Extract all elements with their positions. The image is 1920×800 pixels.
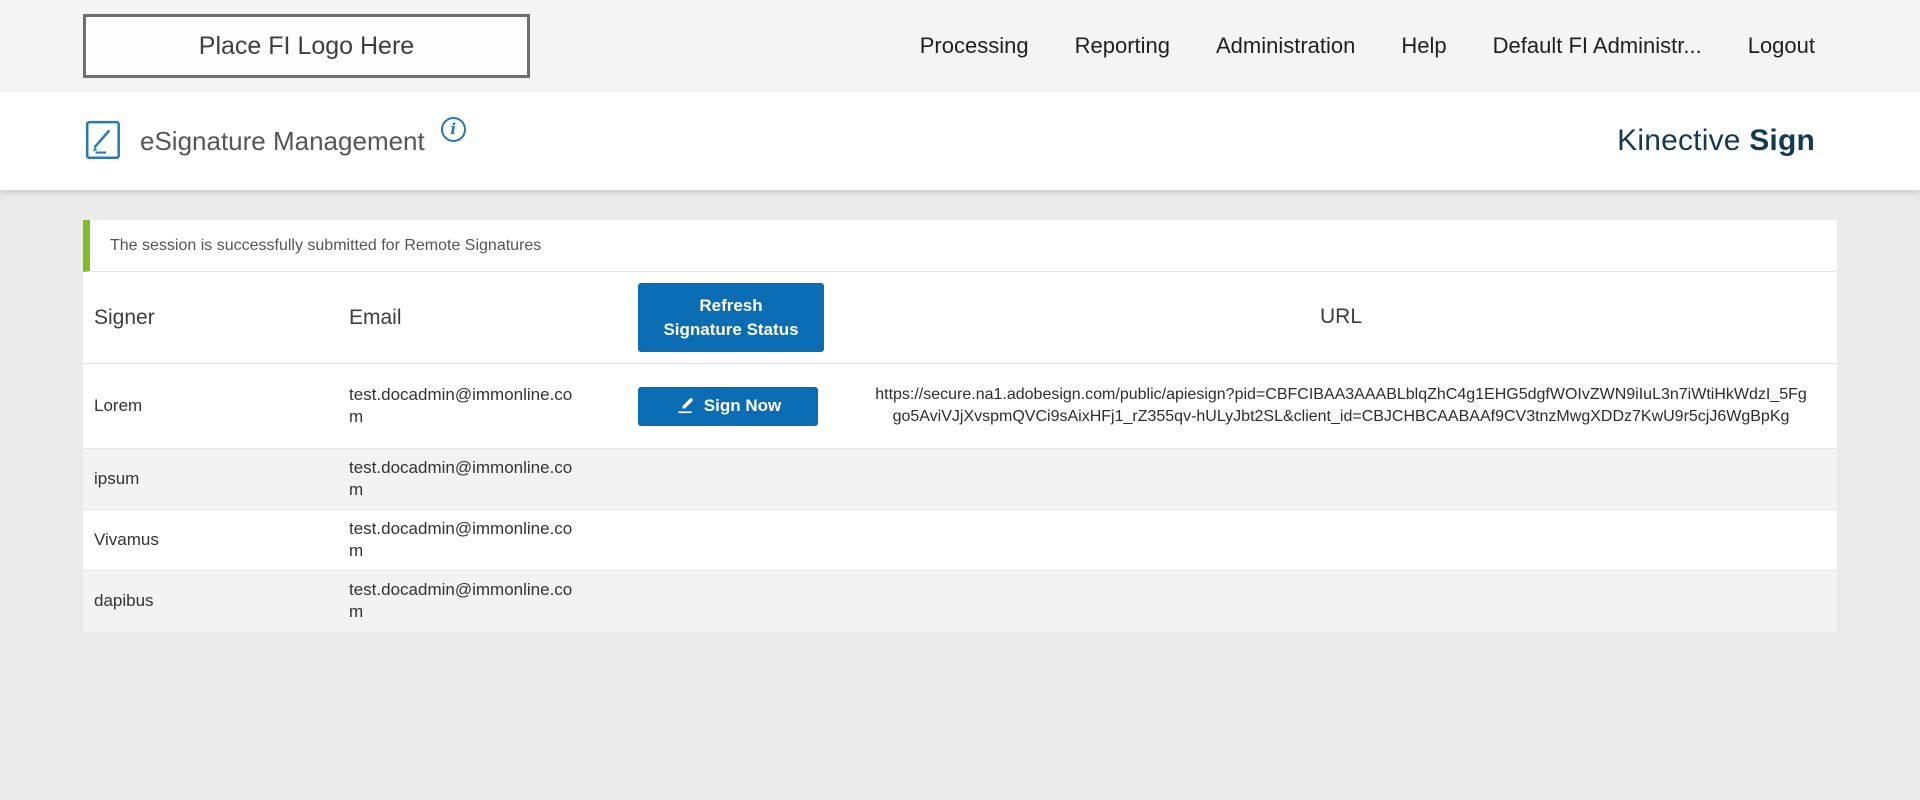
table-row: dapibus test.docadmin@immonline.com xyxy=(83,570,1837,632)
page-title: eSignature Management xyxy=(140,125,425,156)
column-header-email: Email xyxy=(349,305,402,329)
signing-url xyxy=(845,471,1837,487)
table-header-row: Signer Email Refresh Signature Status UR… xyxy=(83,272,1837,364)
signer-email-text: test.docadmin@immonline.com xyxy=(349,384,573,426)
signers-table: Signer Email Refresh Signature Status UR… xyxy=(83,272,1837,632)
column-header-signer: Signer xyxy=(94,305,155,329)
nav-item-help[interactable]: Help xyxy=(1401,33,1446,59)
esignature-document-icon xyxy=(84,120,124,162)
brand-logo: Kinective Sign xyxy=(1617,124,1815,158)
success-alert: The session is successfully submitted fo… xyxy=(83,220,1837,272)
signer-name: Lorem xyxy=(94,396,143,415)
nav-item-processing[interactable]: Processing xyxy=(920,33,1029,59)
page-header: eSignature Management i Kinective Sign xyxy=(0,92,1920,190)
signing-url xyxy=(845,532,1837,548)
signer-email-text: test.docadmin@immonline.com xyxy=(349,519,573,561)
info-icon[interactable]: i xyxy=(440,116,466,142)
fi-logo-placeholder: Place FI Logo Here xyxy=(83,14,530,78)
signer-email: test.docadmin@immonline.com xyxy=(349,571,636,631)
signer-email-text: test.docadmin@immonline.com xyxy=(349,580,573,622)
signature-pen-icon xyxy=(678,398,693,414)
table-row: ipsum test.docadmin@immonline.com xyxy=(83,448,1837,510)
action-cell xyxy=(636,593,845,609)
signer-email: test.docadmin@immonline.com xyxy=(349,376,636,436)
nav-item-logout[interactable]: Logout xyxy=(1748,33,1815,59)
signer-email-text: test.docadmin@immonline.com xyxy=(349,458,573,500)
refresh-signature-status-button[interactable]: Refresh Signature Status xyxy=(638,282,824,353)
signer-email: test.docadmin@immonline.com xyxy=(349,510,636,570)
action-cell xyxy=(636,471,845,487)
nav-item-user-menu[interactable]: Default FI Administr... xyxy=(1493,33,1702,59)
main-content: The session is successfully submitted fo… xyxy=(0,190,1920,632)
page-header-left: eSignature Management i xyxy=(84,116,466,162)
signer-name: dapibus xyxy=(94,591,154,611)
brand-name-secondary: Sign xyxy=(1749,124,1815,157)
top-nav: Processing Reporting Administration Help… xyxy=(920,33,1815,59)
action-cell: Sign Now xyxy=(636,379,845,434)
table-row: Lorem test.docadmin@immonline.com Sign N… xyxy=(83,364,1837,448)
signing-url xyxy=(845,593,1837,609)
action-cell xyxy=(636,532,845,548)
column-header-action: Refresh Signature Status xyxy=(636,275,845,361)
signer-name: ipsum xyxy=(94,469,140,489)
signer-email: test.docadmin@immonline.com xyxy=(349,449,636,509)
nav-item-administration[interactable]: Administration xyxy=(1216,33,1355,59)
table-row: Vivamus test.docadmin@immonline.com xyxy=(83,509,1837,570)
success-alert-message: The session is successfully submitted fo… xyxy=(110,236,542,254)
sign-now-button[interactable]: Sign Now xyxy=(638,386,818,426)
fi-logo-text: Place FI Logo Here xyxy=(198,31,415,60)
column-header-url: URL xyxy=(1319,305,1362,329)
signing-url: https://secure.na1.adobesign.com/public/… xyxy=(875,386,1807,425)
top-bar: Place FI Logo Here Processing Reporting … xyxy=(0,0,1920,92)
brand-name-primary: Kinective xyxy=(1617,124,1741,157)
signer-name: Vivamus xyxy=(94,530,159,550)
sign-now-label: Sign Now xyxy=(703,396,782,415)
nav-item-reporting[interactable]: Reporting xyxy=(1075,33,1170,59)
